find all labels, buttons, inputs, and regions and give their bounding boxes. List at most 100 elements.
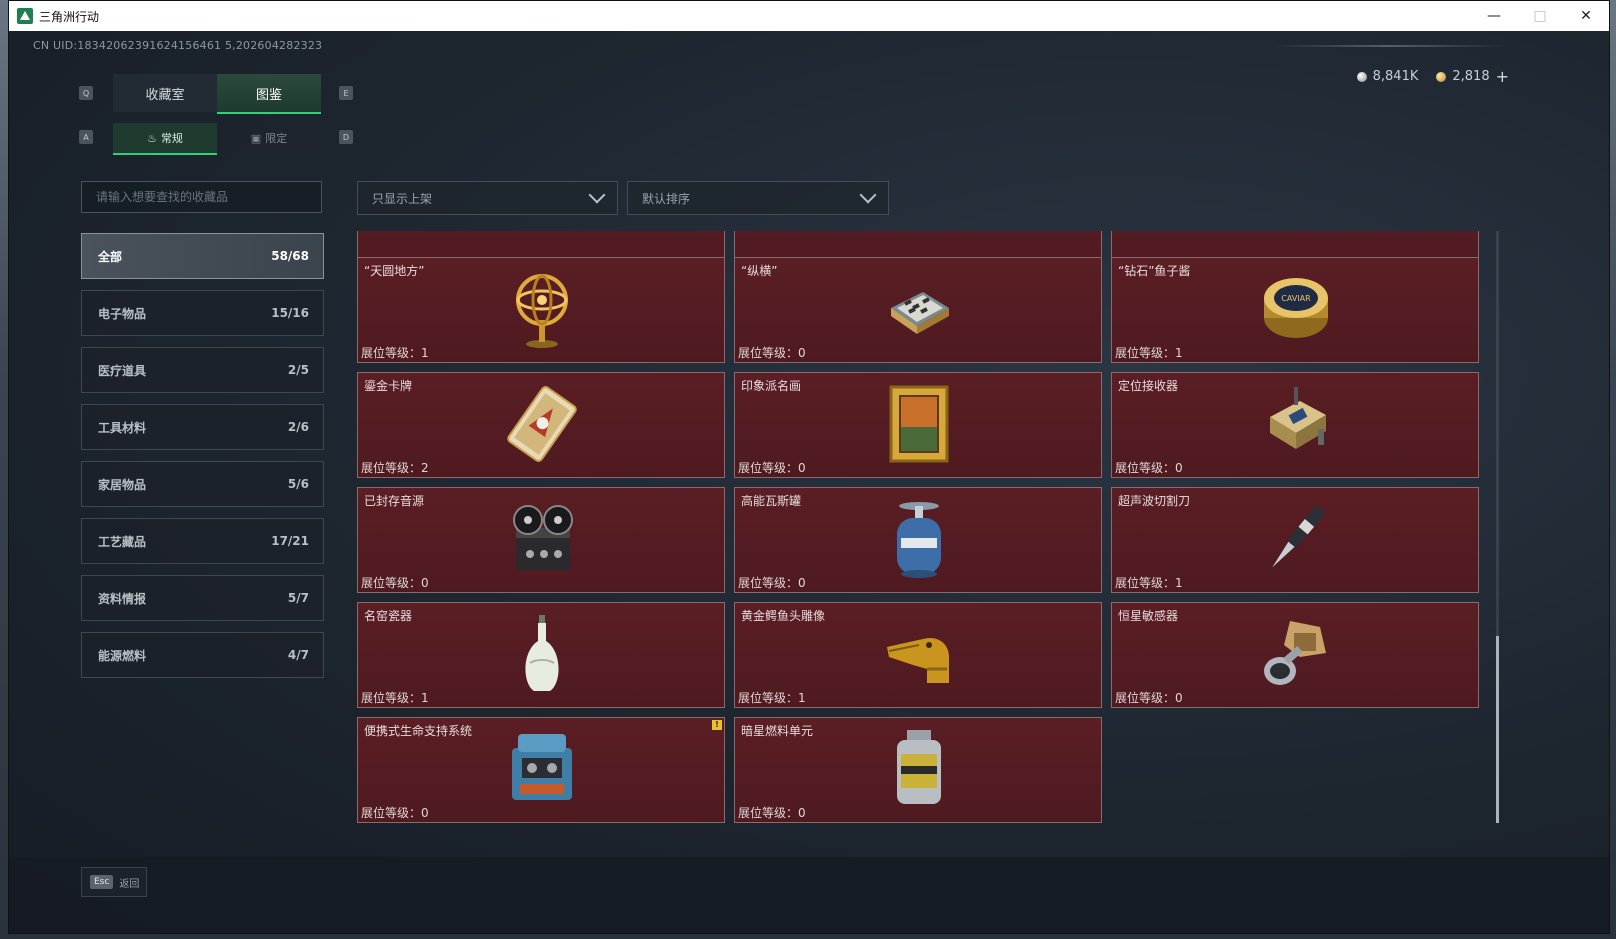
card-level: 展位等级：0 bbox=[738, 576, 806, 590]
item-card[interactable]: 定位接收器展位等级：0 bbox=[1111, 372, 1479, 478]
flame-icon: ♨ bbox=[147, 131, 157, 145]
fuel-cell-icon bbox=[883, 728, 955, 810]
sort-dropdown[interactable]: 默认排序 bbox=[627, 181, 889, 215]
grid-scrollbar[interactable] bbox=[1496, 231, 1499, 823]
item-card[interactable]: 名窑瓷器 展位等级：1 bbox=[357, 602, 725, 708]
card-name: 恒星敏感器 bbox=[1118, 609, 1179, 623]
gas-canister-icon bbox=[883, 498, 955, 580]
silver-amount: 8,841K bbox=[1372, 69, 1419, 84]
card-level: 展位等级：0 bbox=[361, 806, 429, 820]
card-name: 便携式生命支持系统 bbox=[364, 724, 473, 738]
caviar-tin-icon: CAVIAR bbox=[1260, 268, 1332, 350]
gold-amount: 2,818 bbox=[1452, 69, 1490, 84]
item-card[interactable]: 鎏金卡牌展位等级：2 bbox=[357, 372, 725, 478]
tab-catalog[interactable]: 图鉴 bbox=[217, 74, 321, 114]
subtab-limited[interactable]: ▣ 限定 bbox=[217, 123, 321, 153]
card-level: 展位等级：0 bbox=[1115, 461, 1183, 475]
svg-text:CAVIAR: CAVIAR bbox=[1281, 294, 1311, 303]
tab-collection-room[interactable]: 收藏室 bbox=[113, 74, 217, 112]
category-crafts[interactable]: 工艺藏品 17/21 bbox=[81, 518, 324, 564]
search-input[interactable] bbox=[94, 189, 309, 205]
gold-coin-icon bbox=[1436, 71, 1447, 82]
category-tools[interactable]: 工具材料 2/6 bbox=[81, 404, 324, 450]
category-fuel[interactable]: 能源燃料 4/7 bbox=[81, 632, 324, 678]
subtab-regular[interactable]: ♨ 常规 bbox=[113, 123, 217, 155]
category-medical[interactable]: 医疗道具 2/5 bbox=[81, 347, 324, 393]
item-card[interactable]: 黄金鳄鱼头雕像 展位等级：1 bbox=[734, 602, 1102, 708]
search-box[interactable] bbox=[81, 181, 322, 213]
category-label: 电子物品 bbox=[98, 306, 147, 321]
limited-icon: ▣ bbox=[250, 131, 262, 145]
item-card[interactable]: 已封存音源展位等级：0 bbox=[357, 487, 725, 593]
card-name: 鎏金卡牌 bbox=[364, 379, 413, 393]
gold-currency: 2,818 + bbox=[1436, 67, 1509, 86]
chessboard-icon bbox=[883, 268, 955, 350]
category-count: 5/6 bbox=[287, 477, 309, 491]
golden-crocodile-icon bbox=[883, 613, 955, 695]
item-card[interactable]: 超声波切割刀 展位等级：1 bbox=[1111, 487, 1479, 593]
card-name: 定位接收器 bbox=[1118, 379, 1179, 393]
item-card[interactable]: 恒星敏感器 展位等级：0 bbox=[1111, 602, 1479, 708]
category-label: 家居物品 bbox=[98, 477, 147, 492]
porcelain-vase-icon bbox=[506, 613, 578, 695]
main-tabs: 收藏室 图鉴 bbox=[113, 74, 321, 114]
item-card[interactable]: “天圆地方” 展位等级：1 bbox=[357, 257, 725, 363]
uid-text: CN UID:18342062391624156461 5,2026042823… bbox=[33, 39, 323, 52]
category-all[interactable]: 全部 58/68 bbox=[81, 233, 324, 279]
category-label: 全部 bbox=[98, 249, 123, 264]
close-button[interactable]: ✕ bbox=[1563, 1, 1609, 31]
item-card[interactable]: 便携式生命支持系统 展位等级：0! bbox=[357, 717, 725, 823]
category-count: 58/68 bbox=[271, 249, 309, 263]
star-sensor-icon bbox=[1260, 613, 1332, 695]
card-level: 展位等级：0 bbox=[361, 576, 429, 590]
item-card[interactable]: “钻石”鱼子酱 CAVIAR 展位等级：1 bbox=[1111, 257, 1479, 363]
window-title: 三角洲行动 bbox=[39, 9, 100, 24]
category-label: 资料情报 bbox=[98, 591, 147, 606]
card-name: 黄金鳄鱼头雕像 bbox=[741, 609, 826, 623]
minimize-button[interactable]: — bbox=[1471, 1, 1517, 31]
item-card[interactable]: 高能瓦斯罐 展位等级：0 bbox=[734, 487, 1102, 593]
ultrasonic-knife-icon bbox=[1260, 498, 1332, 580]
back-label: 返回 bbox=[119, 878, 140, 890]
framed-painting-icon bbox=[883, 383, 955, 465]
card-level: 展位等级：2 bbox=[361, 461, 429, 475]
subtab-limited-label: 限定 bbox=[265, 132, 288, 145]
card-name: “天圆地方” bbox=[364, 264, 425, 278]
warning-badge-icon: ! bbox=[712, 720, 722, 730]
shelf-filter-dropdown[interactable]: 只显示上架 bbox=[357, 181, 618, 215]
category-household[interactable]: 家居物品 5/6 bbox=[81, 461, 324, 507]
category-count: 15/16 bbox=[271, 306, 309, 320]
life-support-icon bbox=[506, 728, 578, 810]
title-bar: 三角洲行动 — □ ✕ bbox=[9, 1, 1609, 31]
shelf-filter-value: 只显示上架 bbox=[372, 191, 433, 206]
card-name: “纵横” bbox=[741, 264, 778, 278]
card-level: 展位等级：1 bbox=[1115, 576, 1183, 590]
category-count: 2/6 bbox=[287, 420, 309, 434]
game-window: 三角洲行动 — □ ✕ CN UID:18342062391624156461 … bbox=[8, 0, 1610, 934]
category-label: 工具材料 bbox=[98, 420, 147, 435]
bottom-bar bbox=[9, 857, 1609, 933]
card-level: 展位等级：0 bbox=[738, 806, 806, 820]
maximize-button[interactable]: □ bbox=[1517, 1, 1563, 31]
item-card[interactable]: 印象派名画 展位等级：0 bbox=[734, 372, 1102, 478]
scrollbar-thumb[interactable] bbox=[1496, 636, 1499, 823]
category-count: 17/21 bbox=[271, 534, 309, 548]
item-card[interactable]: 暗星燃料单元 展位等级：0 bbox=[734, 717, 1102, 823]
silver-coin-icon bbox=[1356, 71, 1367, 82]
subtab-regular-label: 常规 bbox=[160, 132, 183, 145]
key-hint-q: Q bbox=[79, 86, 93, 100]
card-level: 展位等级：1 bbox=[361, 346, 429, 360]
back-button[interactable]: Esc 返回 bbox=[81, 867, 147, 897]
category-count: 5/7 bbox=[287, 591, 309, 605]
esc-key-hint: Esc bbox=[90, 875, 114, 889]
card-level: 展位等级：0 bbox=[738, 461, 806, 475]
currency-display: 8,841K 2,818 + bbox=[1356, 67, 1509, 86]
category-electronics[interactable]: 电子物品 15/16 bbox=[81, 290, 324, 336]
add-currency-button[interactable]: + bbox=[1496, 67, 1509, 86]
category-intel[interactable]: 资料情报 5/7 bbox=[81, 575, 324, 621]
key-hint-e: E bbox=[339, 86, 353, 100]
card-name: 已封存音源 bbox=[364, 494, 425, 508]
card-name: 暗星燃料单元 bbox=[741, 724, 814, 738]
card-name: 名窑瓷器 bbox=[364, 609, 413, 623]
item-card[interactable]: “纵横” 展位等级：0 bbox=[734, 257, 1102, 363]
